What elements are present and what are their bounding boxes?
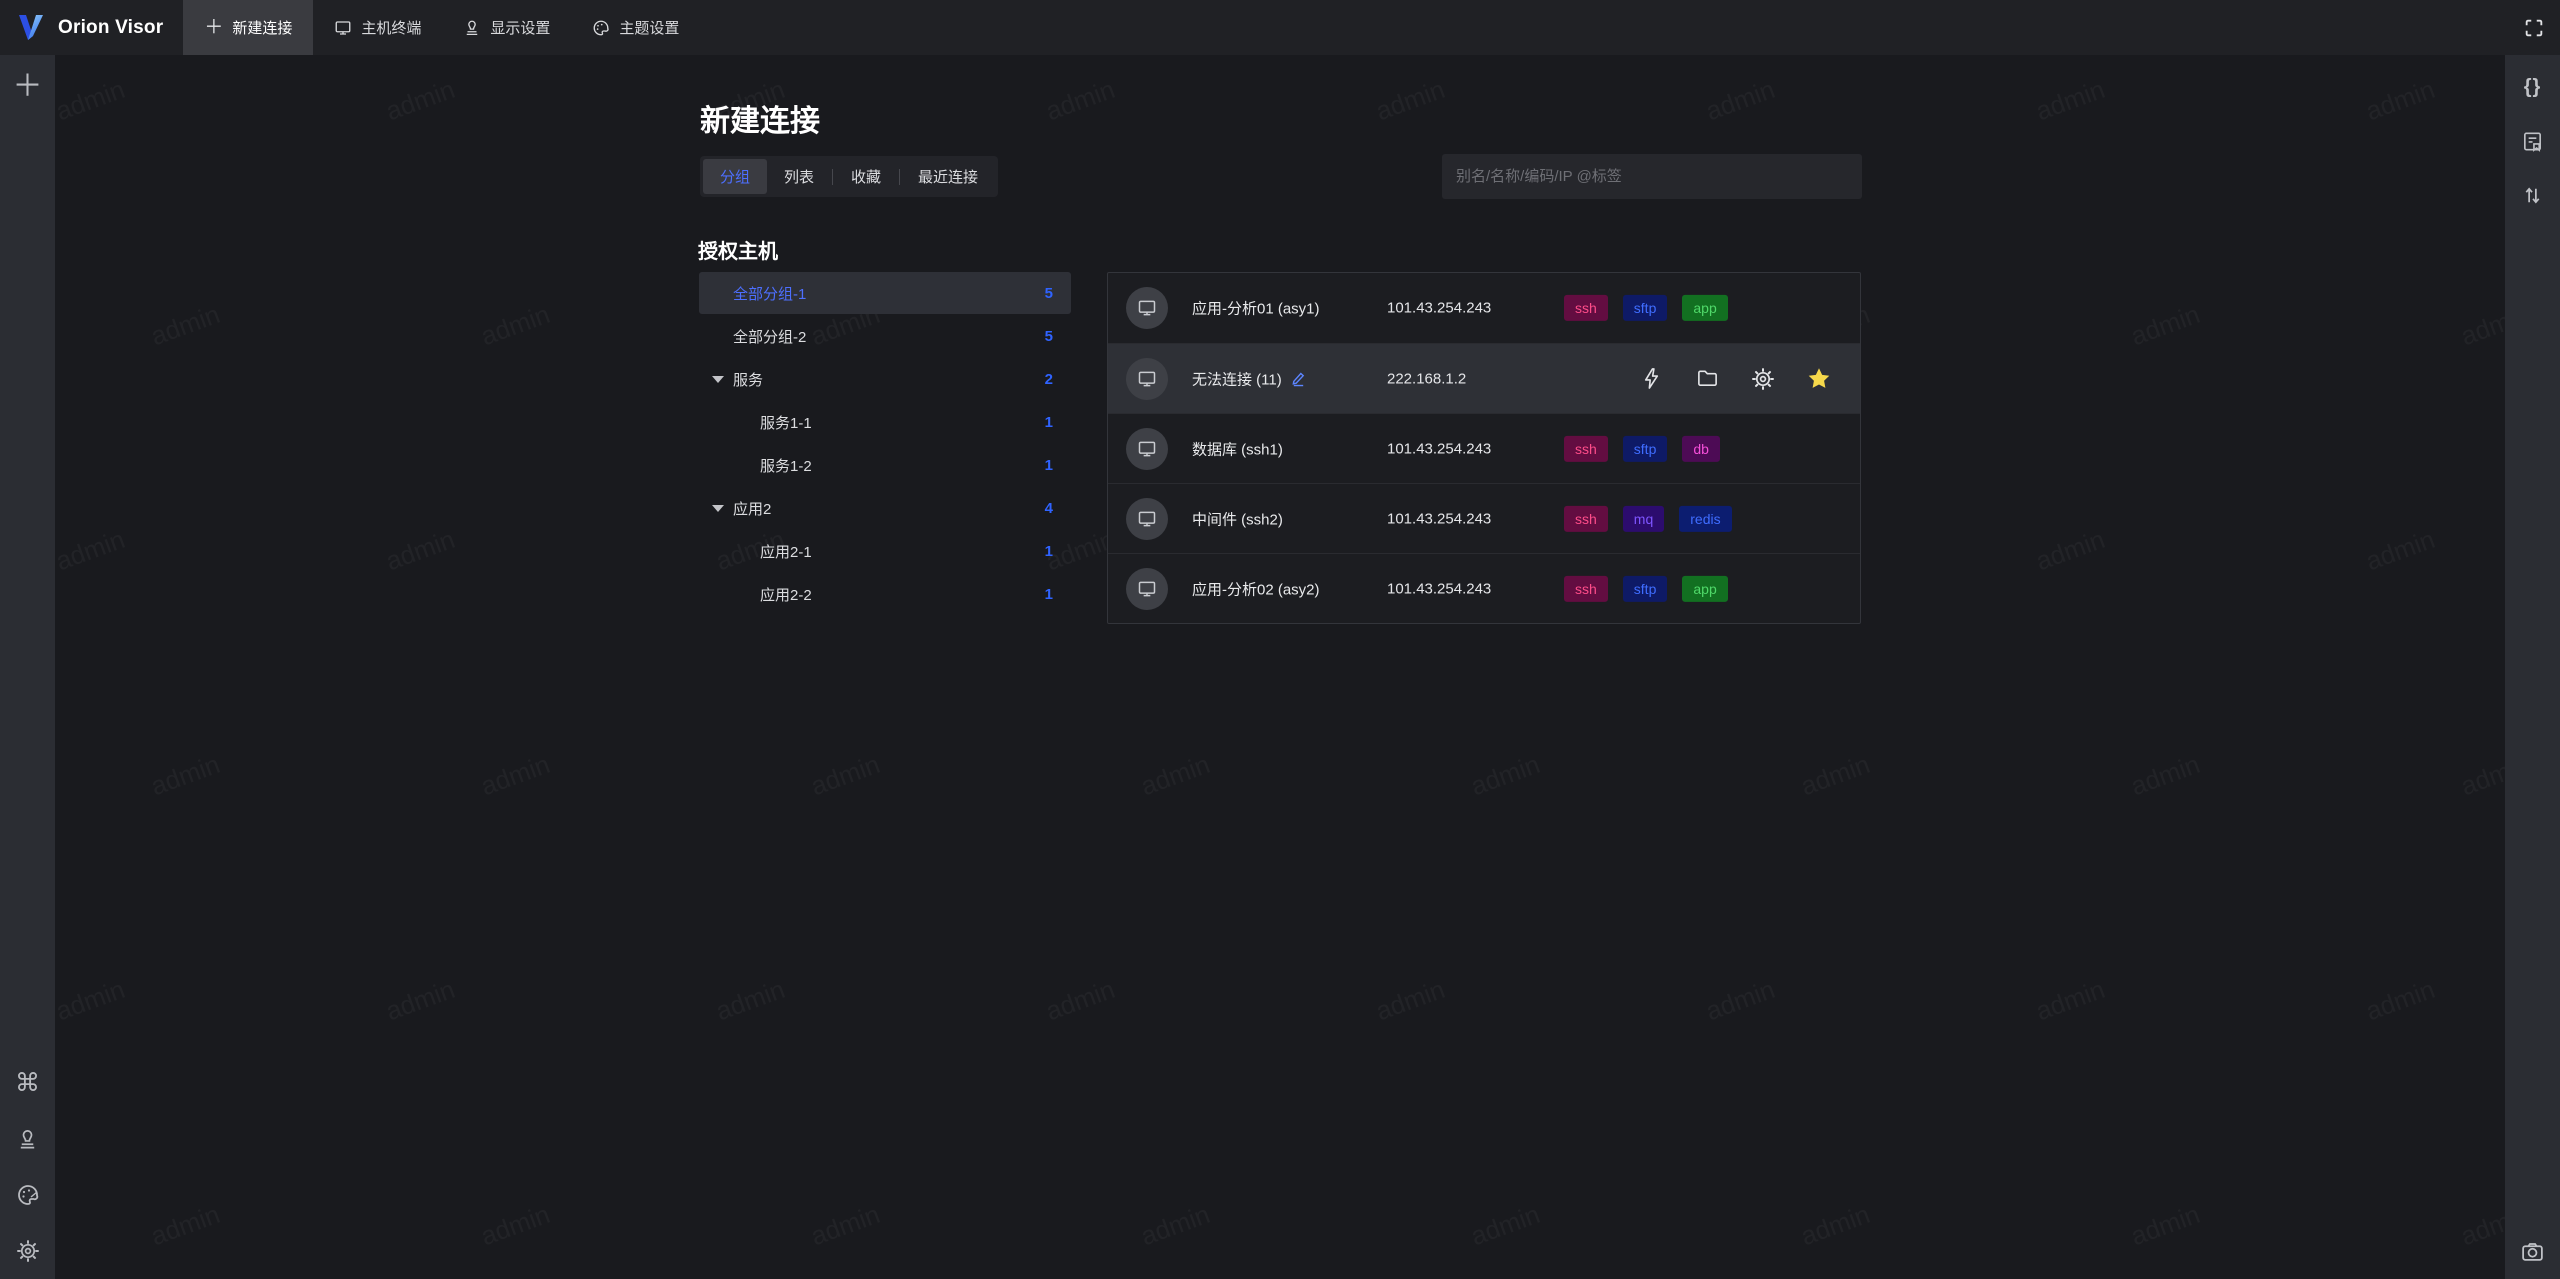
host-count-badge: 5 (1044, 284, 1053, 302)
topbar: Orion Visor ＋ 新建连接 主机终端 显示设置 主题设置 (0, 0, 2560, 55)
host-row[interactable]: 中间件 (ssh2) 101.43.254.243 ssh mq redis (1108, 483, 1860, 553)
host-tags: ssh sftp db (1564, 435, 1720, 462)
host-list: 应用-分析01 (asy1) 101.43.254.243 ssh sftp a… (1107, 272, 1861, 624)
host-name: 中间件 (ssh2) (1192, 511, 1283, 528)
host-tags: ssh sftp app (1564, 575, 1728, 602)
app-logo: Orion Visor (0, 0, 183, 55)
tag-ssh: ssh (1564, 575, 1608, 602)
host-monitor-icon (1126, 428, 1168, 470)
host-row[interactable]: 数据库 (ssh1) 101.43.254.243 ssh sftp db (1108, 413, 1860, 483)
host-row[interactable]: 应用-分析01 (asy1) 101.43.254.243 ssh sftp a… (1108, 273, 1860, 343)
chevron-down-icon[interactable] (712, 504, 724, 512)
host-name: 数据库 (ssh1) (1192, 441, 1283, 458)
tag-sftp: sftp (1622, 575, 1668, 602)
stamp-icon (467, 20, 478, 35)
tag-redis: redis (1679, 505, 1732, 532)
tab-group[interactable]: 分组 (703, 159, 768, 194)
sort-arrows-icon[interactable] (2520, 182, 2546, 208)
host-name: 应用-分析01 (asy1) (1192, 300, 1320, 318)
left-sidebar: ＋ ⌘ (0, 55, 55, 1279)
star-icon[interactable] (1806, 366, 1832, 392)
tag-ssh: ssh (1564, 294, 1608, 322)
host-count-badge: 4 (1044, 499, 1053, 517)
command-icon[interactable]: ⌘ (15, 1070, 41, 1096)
tag-ssh: ssh (1564, 505, 1608, 532)
host-name: 应用-分析02 (asy2) (1192, 581, 1320, 598)
add-icon[interactable]: ＋ (13, 70, 43, 103)
host-monitor-icon (1126, 568, 1168, 610)
tag-db: db (1682, 435, 1720, 462)
host-count-badge: 1 (1044, 413, 1053, 431)
divider (832, 168, 834, 185)
host-ip: 101.43.254.243 (1387, 440, 1492, 457)
tree-item[interactable]: 应用2-2 1 (699, 573, 1071, 615)
host-tags: ssh sftp app (1564, 294, 1728, 322)
tree-item[interactable]: 服务 2 (699, 358, 1071, 400)
bolt-icon[interactable] (1638, 366, 1664, 392)
host-monitor-icon (1126, 498, 1168, 540)
host-monitor-icon (1126, 287, 1168, 329)
host-actions (1638, 366, 1832, 392)
tree-item[interactable]: 全部分组-1 5 (699, 272, 1071, 314)
tree-item[interactable]: 应用2 4 (699, 487, 1071, 529)
braces-icon[interactable]: {} (2520, 74, 2546, 100)
host-count-badge: 1 (1044, 585, 1053, 603)
host-ip: 101.43.254.243 (1387, 510, 1492, 527)
main-content: 新建连接 分组 列表 收藏 最近连接 授权主机 全部分组-1 5 全部分组-2 … (55, 55, 2505, 1279)
page-title: 新建连接 (700, 105, 820, 138)
fullscreen-icon[interactable] (2521, 15, 2547, 41)
host-ip: 101.43.254.243 (1387, 299, 1492, 317)
host-monitor-icon (1126, 358, 1168, 400)
view-mode-tabs: 分组 列表 收藏 最近连接 (700, 156, 999, 197)
host-count-badge: 2 (1044, 370, 1053, 388)
tab-theme-settings[interactable]: 主题设置 (571, 0, 700, 55)
host-tags: ssh mq redis (1564, 505, 1732, 532)
doc-bookmark-icon[interactable] (2520, 128, 2546, 154)
host-row[interactable]: 无法连接 (11) 222.168.1.2 (1108, 343, 1860, 413)
tree-item[interactable]: 全部分组-2 5 (699, 315, 1071, 357)
host-count-badge: 5 (1044, 327, 1053, 345)
tab-recent-connections[interactable]: 最近连接 (901, 159, 995, 194)
stamp-icon[interactable] (15, 1126, 41, 1152)
camera-icon[interactable] (2520, 1238, 2546, 1264)
chevron-down-icon[interactable] (712, 375, 724, 383)
tab-list[interactable]: 列表 (767, 159, 831, 194)
orion-visor-logo-icon (19, 14, 43, 40)
tab-favorites[interactable]: 收藏 (834, 159, 898, 194)
host-ip: 101.43.254.243 (1387, 580, 1492, 597)
tree-item[interactable]: 服务1-2 1 (699, 444, 1071, 486)
host-ip: 222.168.1.2 (1387, 370, 1467, 387)
app-title: Orion Visor (58, 16, 164, 38)
host-count-badge: 1 (1044, 542, 1053, 560)
host-name: 无法连接 (11) (1192, 368, 1306, 389)
monitor-icon (335, 20, 351, 35)
authorized-hosts-header: 授权主机 (698, 241, 778, 263)
host-count-badge: 1 (1044, 456, 1053, 474)
search-input[interactable] (1442, 154, 1862, 199)
tag-app: app (1682, 575, 1728, 602)
folder-icon[interactable] (1694, 366, 1720, 392)
tag-mq: mq (1622, 505, 1665, 532)
right-sidebar: {} (2505, 55, 2560, 1279)
tab-display-settings[interactable]: 显示设置 (442, 0, 571, 55)
host-row[interactable]: 应用-分析02 (asy2) 101.43.254.243 ssh sftp a… (1108, 553, 1860, 623)
tag-sftp: sftp (1622, 435, 1668, 462)
tag-app: app (1682, 294, 1728, 322)
palette-icon[interactable] (15, 1182, 41, 1208)
tab-new-connection[interactable]: ＋ 新建连接 (183, 0, 314, 55)
tree-item[interactable]: 服务1-1 1 (699, 401, 1071, 443)
plus-icon: ＋ (204, 17, 224, 38)
tree-item[interactable]: 应用2-1 1 (699, 530, 1071, 572)
tag-sftp: sftp (1622, 294, 1668, 322)
gear-icon[interactable] (15, 1238, 41, 1264)
group-tree: 全部分组-1 5 全部分组-2 5 服务 2 服务1-1 1 服务1-2 1 应… (699, 272, 1071, 616)
divider (899, 168, 901, 185)
pencil-icon[interactable] (1291, 371, 1306, 387)
tag-ssh: ssh (1564, 435, 1608, 462)
tab-host-terminal[interactable]: 主机终端 (313, 0, 442, 55)
gear-icon[interactable] (1750, 366, 1776, 392)
palette-icon (593, 20, 610, 35)
